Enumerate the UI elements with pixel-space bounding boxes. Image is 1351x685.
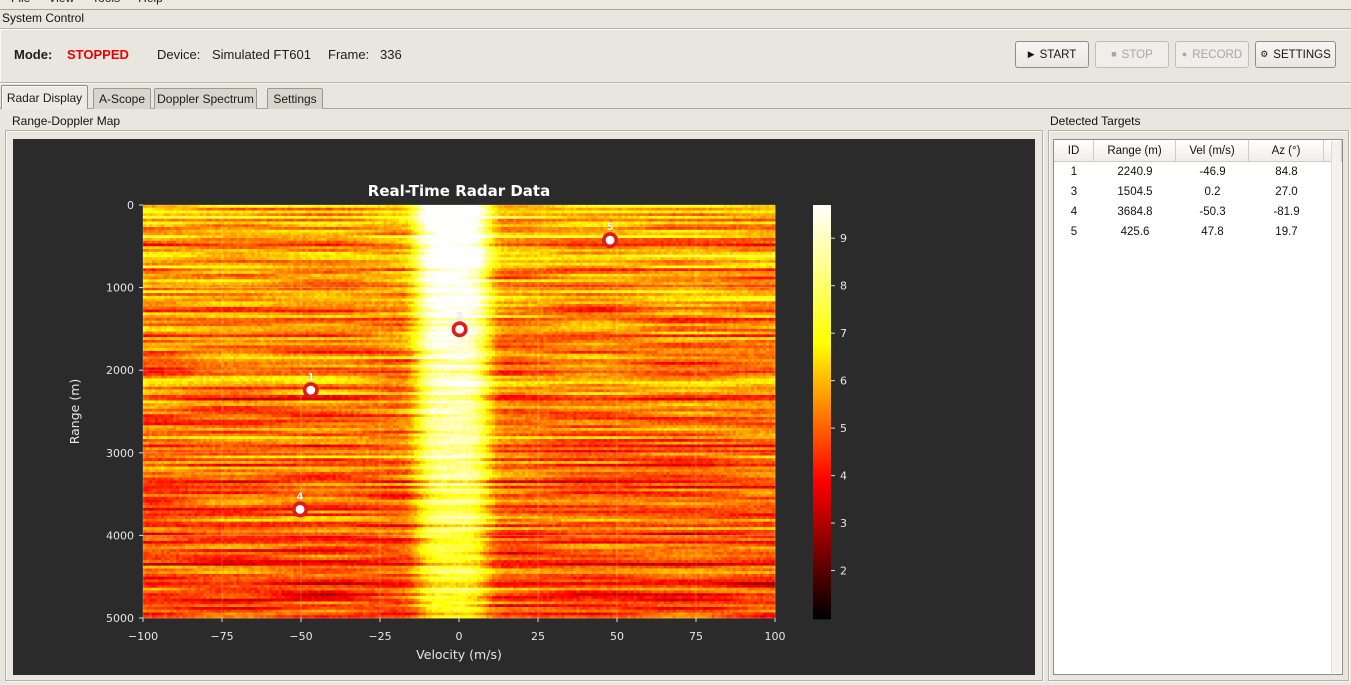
- menu-tools[interactable]: Tools: [83, 0, 129, 8]
- start-button-label: START: [1039, 48, 1077, 61]
- table-cell: 1504.5: [1117, 186, 1153, 198]
- table-cell: 425.6: [1120, 226, 1150, 238]
- mode-label: Mode:: [14, 47, 53, 62]
- start-button[interactable]: ▶ START: [1015, 41, 1089, 68]
- tab-a-scope[interactable]: A-Scope: [93, 88, 151, 109]
- table-row[interactable]: 5 425.6 47.8 19.7: [1054, 222, 1342, 242]
- gear-icon: ⚙: [1260, 49, 1269, 59]
- table-cell: 0.2: [1204, 186, 1221, 198]
- table-cell: -46.9: [1199, 166, 1226, 178]
- table-cell: 5: [1070, 226, 1078, 238]
- record-button-label: RECORD: [1192, 48, 1243, 61]
- mode-value: STOPPED: [67, 47, 129, 62]
- column-header[interactable]: Range (m): [1094, 140, 1176, 162]
- range-doppler-map-title: Range-Doppler Map: [12, 114, 121, 128]
- table-cell: 84.8: [1275, 166, 1298, 178]
- detected-targets-table[interactable]: ID Range (m) Vel (m/s) Az (°) 1 2240.9 -46.9 8…: [1053, 139, 1343, 675]
- play-icon: ▶: [1027, 49, 1035, 59]
- table-row[interactable]: 3 1504.5 0.2 27.0: [1054, 182, 1342, 202]
- tab-settings[interactable]: Settings: [267, 88, 323, 109]
- table-cell: 3684.8: [1117, 206, 1153, 218]
- frame-value: 336: [380, 47, 402, 62]
- stop-button[interactable]: ■ STOP: [1095, 41, 1169, 68]
- column-header[interactable]: ID: [1054, 140, 1094, 162]
- table-cell: 19.7: [1275, 226, 1298, 238]
- range-doppler-heatmap[interactable]: [13, 139, 1035, 675]
- tab-doppler-spectrum[interactable]: Doppler Spectrum: [154, 88, 257, 109]
- column-header[interactable]: Az (°): [1249, 140, 1324, 162]
- table-cell: -81.9: [1273, 206, 1300, 218]
- table-cell: -50.3: [1199, 206, 1226, 218]
- targets-table-header: ID Range (m) Vel (m/s) Az (°): [1054, 140, 1342, 162]
- table-row[interactable]: 1 2240.9 -46.9 84.8: [1054, 162, 1342, 182]
- record-icon: ●: [1181, 49, 1188, 59]
- stop-icon: ■: [1111, 49, 1117, 59]
- table-row[interactable]: 4 3684.8 -50.3 -81.9: [1054, 202, 1342, 222]
- table-cell: 47.8: [1201, 226, 1224, 238]
- table-cell: 1: [1070, 166, 1078, 178]
- table-cell: 4: [1070, 206, 1078, 218]
- device-value: Simulated FT601: [212, 47, 311, 62]
- detected-targets-title: Detected Targets: [1050, 114, 1141, 128]
- table-scrollbar[interactable]: [1331, 141, 1341, 673]
- settings-button[interactable]: ⚙ SETTINGS: [1255, 41, 1336, 68]
- frame-label: Frame:: [328, 47, 370, 62]
- targets-table-body: 1 2240.9 -46.9 84.8 3 1504.5 0.2 27.0 4 3684.8 -50…: [1054, 162, 1342, 242]
- table-cell: 27.0: [1275, 186, 1298, 198]
- settings-button-label: SETTINGS: [1273, 48, 1331, 61]
- column-header[interactable]: Vel (m/s): [1176, 140, 1249, 162]
- record-button[interactable]: ● RECORD: [1175, 41, 1249, 68]
- menu-view[interactable]: View: [39, 0, 83, 8]
- menu-help[interactable]: Help: [129, 0, 172, 8]
- table-cell: 2240.9: [1117, 166, 1153, 178]
- menubar: FileViewToolsHelp: [0, 0, 1351, 10]
- tab-radar-display[interactable]: Radar Display: [1, 85, 88, 109]
- menu-file[interactable]: File: [2, 0, 39, 8]
- table-cell: 3: [1070, 186, 1078, 198]
- stop-button-label: STOP: [1121, 48, 1153, 61]
- device-label: Device:: [157, 47, 201, 62]
- system-control-title: System Control: [2, 11, 85, 25]
